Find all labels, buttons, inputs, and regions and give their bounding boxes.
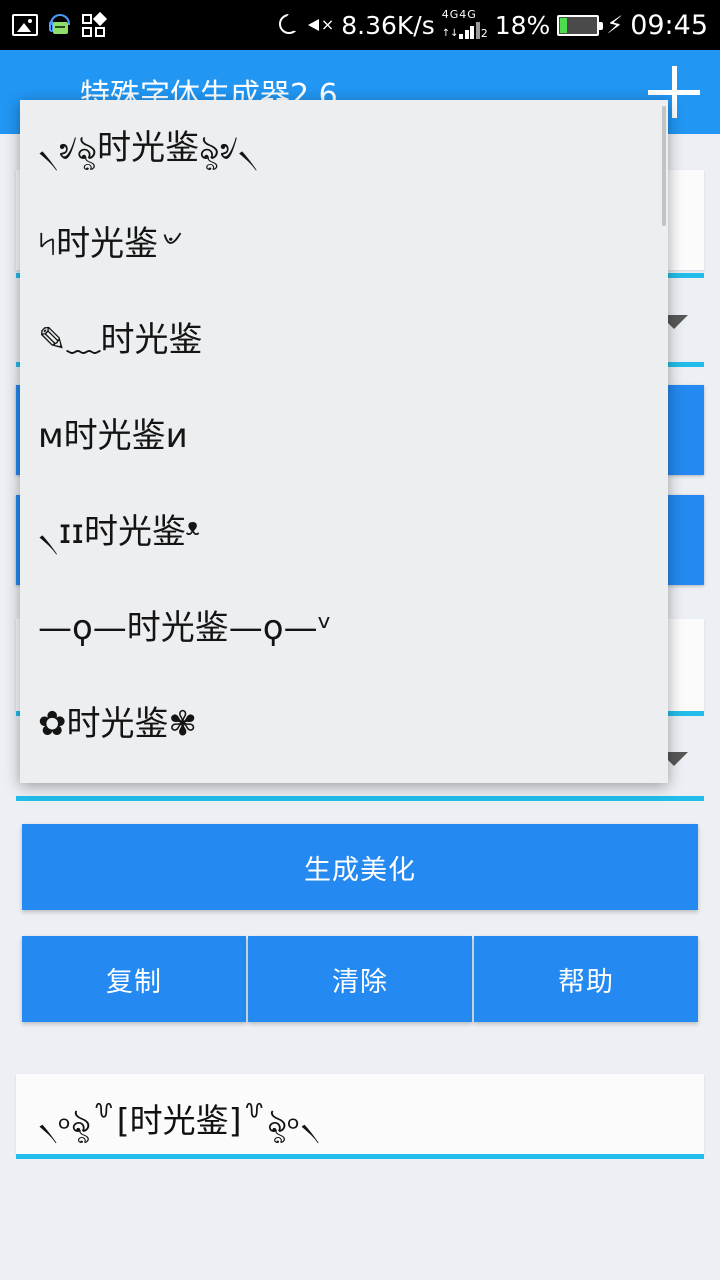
status-bar: × 8.36K/s 4G4G ↑↓ 2 18% ⚡ 09:45 (0, 0, 720, 50)
clock-label: 09:45 (630, 9, 708, 41)
style-option-sample: ᴍ时光鉴ᴎ (38, 416, 188, 456)
image-icon (12, 14, 38, 36)
moon-icon (279, 14, 302, 36)
signal-strength-icon: 4G4G ↑↓ 2 (441, 8, 488, 40)
style-option-sample: —ϙ—时光鉴—ϙ—ᵛ (38, 608, 332, 648)
volume-mute-icon: × (308, 14, 334, 36)
phone-screen: × 8.36K/s 4G4G ↑↓ 2 18% ⚡ 09:45 特殊字体生成器2… (0, 0, 720, 1280)
output-underline (16, 1154, 704, 1159)
action-button-row: 复制 清除 帮助 (22, 936, 698, 1022)
style-option-item[interactable]: ᴍ时光鉴ᴎ (20, 388, 668, 484)
status-bar-notification-icons (0, 11, 108, 37)
style-picker-dialog[interactable]: ৲৶ৡ时光鉴ৡ৶৲ ৸时光鉴৺ ✎﹏时光鉴 ᴍ时光鉴ᴎ ৲ɪɪ时光鉴ᵜ —ϙ—时光鉴—ϙ—… (20, 100, 668, 783)
style-option-sample: ৲৶ৡ时光鉴ৡ৶৲ (38, 128, 259, 168)
style-option-item[interactable]: ৲৶ৡ时光鉴ৡ৶৲ (20, 100, 668, 196)
dialog-scrollbar[interactable] (662, 106, 666, 226)
help-button[interactable]: 帮助 (474, 936, 698, 1022)
output-text-value: ৲৹ৡ꒷[时光鉴]꒷ৡ৹৲ (38, 1101, 321, 1140)
lightning-bolt-icon: ⚡ (606, 11, 624, 39)
style-option-sample: ✿时光鉴✾ (38, 704, 197, 744)
generate-button[interactable]: 生成美化 (22, 824, 698, 910)
copy-button[interactable]: 复制 (22, 936, 246, 1022)
style-option-item[interactable]: ✿时光鉴✾ (20, 676, 668, 772)
network-speed-label: 8.36K/s (341, 10, 435, 40)
style-option-item[interactable]: ৸时光鉴৺ (20, 196, 668, 292)
style-option-sample: ৲ɪɪ时光鉴ᵜ (38, 512, 200, 552)
status-bar-system-icons: × 8.36K/s 4G4G ↑↓ 2 18% ⚡ 09:45 (279, 8, 720, 41)
style-option-sample: ৸时光鉴৺ (38, 224, 179, 264)
style-option-item[interactable]: ৲ɪɪ时光鉴ᵜ (20, 484, 668, 580)
sim-index-label: 2 (480, 27, 488, 40)
headset-chat-icon (48, 13, 72, 37)
style-option-item[interactable]: —ϙ—时光鉴—ϙ—ᵛ (20, 580, 668, 676)
apps-grid-icon (82, 11, 108, 37)
style-option-item[interactable]: ✎﹏时光鉴 (20, 292, 668, 388)
clear-button[interactable]: 清除 (248, 936, 472, 1022)
style-option-sample: ✎﹏时光鉴 (38, 320, 203, 360)
battery-icon (557, 14, 604, 36)
output-text-field[interactable]: ৲৹ৡ꒷[时光鉴]꒷ৡ৹৲ (16, 1074, 704, 1154)
battery-percent-label: 18% (494, 10, 551, 40)
input-underline-4 (16, 796, 704, 801)
network-type-label-1: 4G (441, 8, 460, 21)
network-type-label-2: 4G (459, 8, 477, 21)
style-option-list[interactable]: ৲৶ৡ时光鉴ৡ৶৲ ৸时光鉴৺ ✎﹏时光鉴 ᴍ时光鉴ᴎ ৲ɪɪ时光鉴ᵜ —ϙ—时光鉴—ϙ—… (20, 100, 668, 783)
